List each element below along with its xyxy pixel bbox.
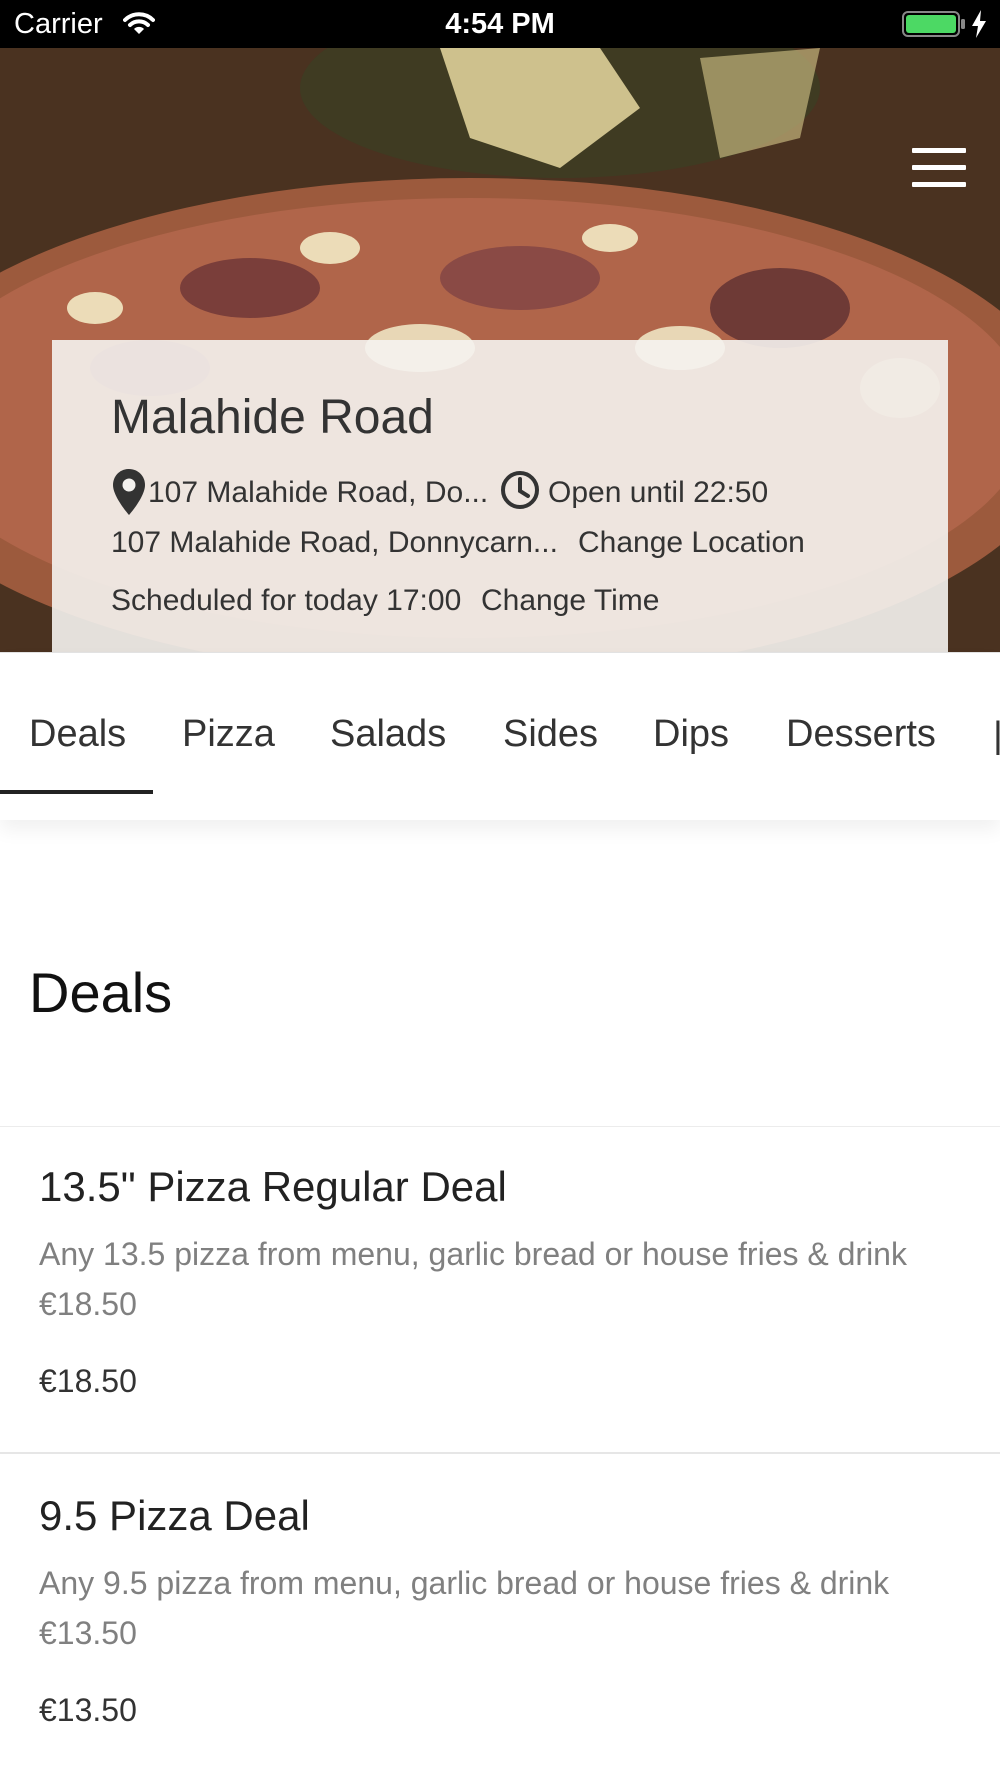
tab-salads[interactable]: Salads (330, 713, 446, 756)
tab-pizza[interactable]: Pizza (182, 713, 275, 756)
change-location-link[interactable]: Change Location (578, 526, 805, 560)
category-tabs: Deals Pizza Salads Sides Dips Desserts | (0, 652, 1000, 820)
section-title: Deals (29, 961, 173, 1024)
deal-title: 9.5 Pizza Deal (39, 1492, 310, 1539)
address-short: 107 Malahide Road, Do... (148, 476, 489, 509)
location-card: Malahide Road 107 Malahide Road, Do... O… (52, 340, 948, 652)
tab-sides[interactable]: Sides (503, 713, 598, 756)
deal-description: Any 9.5 pizza from menu, garlic bread or… (39, 1565, 890, 1651)
bolt-icon (971, 10, 987, 43)
change-time-link[interactable]: Change Time (481, 584, 659, 618)
clock-icon (500, 470, 540, 515)
opening-hours: Open until 22:50 (548, 476, 769, 509)
tab-next-partial[interactable]: | (993, 715, 1000, 755)
tab-dips[interactable]: Dips (653, 713, 729, 756)
pin-icon (112, 468, 146, 521)
deal-item[interactable]: 9.5 Pizza Deal Any 9.5 pizza from menu, … (0, 1456, 1000, 1778)
deal-title: 13.5" Pizza Regular Deal (39, 1163, 507, 1210)
store-name: Malahide Road (111, 391, 434, 444)
tab-desserts[interactable]: Desserts (786, 713, 936, 756)
clock-time: 4:54 PM (445, 8, 555, 40)
deal-price: €13.50 (39, 1692, 137, 1728)
deal-description: Any 13.5 pizza from menu, garlic bread o… (39, 1236, 907, 1322)
tab-deals[interactable]: Deals (29, 713, 126, 756)
address-long: 107 Malahide Road, Donnycarn... (111, 526, 558, 559)
scheduled-time: Scheduled for today 17:00 (111, 584, 462, 617)
deal-price: €18.50 (39, 1363, 137, 1399)
status-bar: Carrier 4:54 PM (0, 0, 1000, 48)
active-tab-indicator (0, 790, 153, 794)
deal-item[interactable]: 13.5" Pizza Regular Deal Any 13.5 pizza … (0, 1126, 1000, 1454)
battery-icon (902, 11, 966, 42)
hamburger-menu-icon[interactable] (912, 148, 966, 188)
